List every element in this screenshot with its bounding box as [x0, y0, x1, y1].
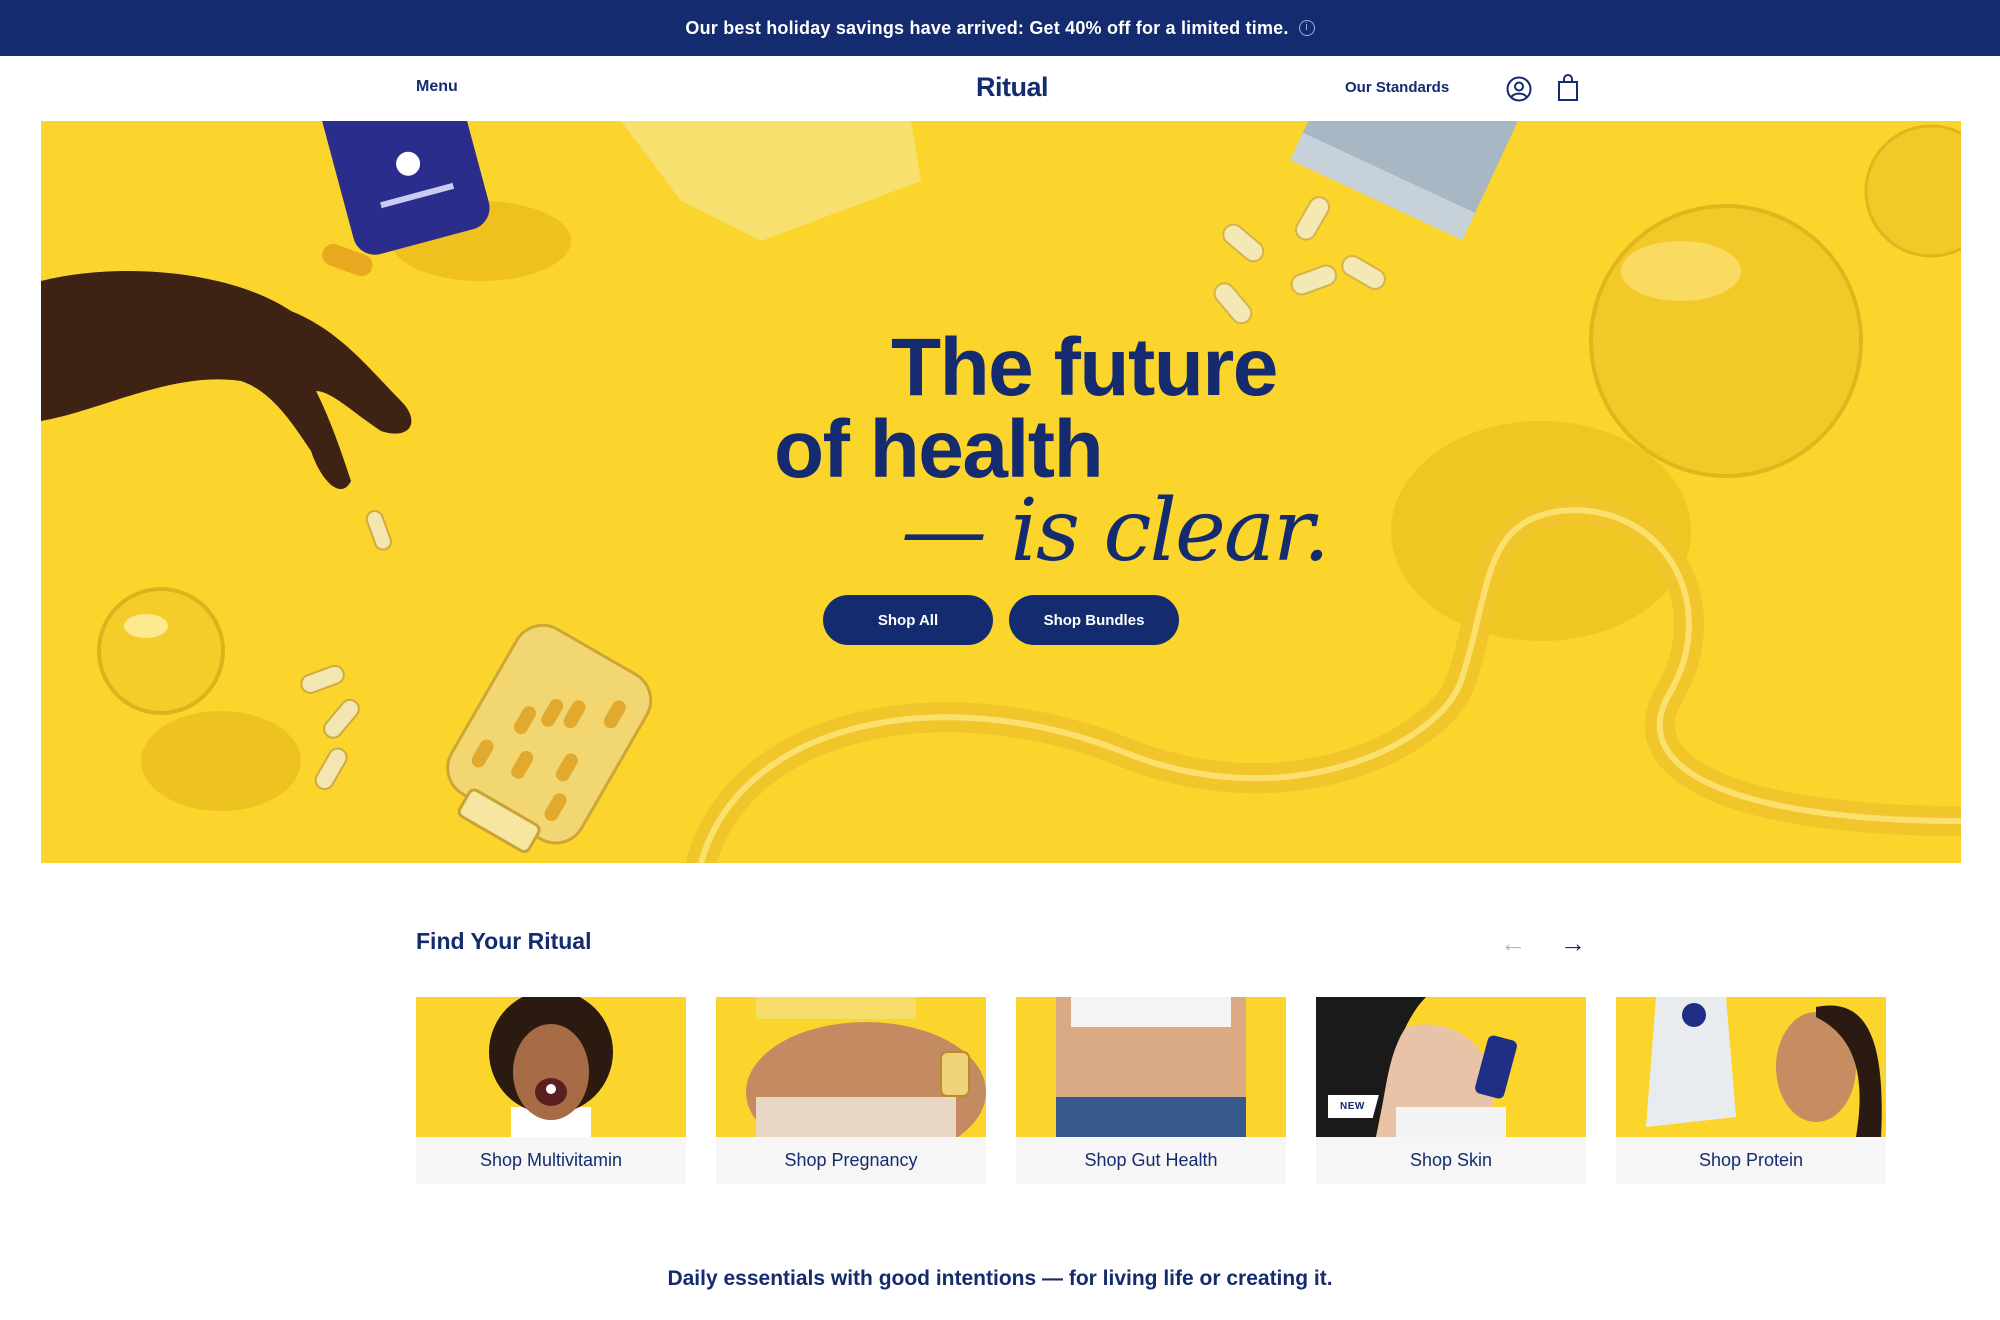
- category-label: Shop Multivitamin: [479, 1150, 623, 1170]
- ritual-logo[interactable]: Ritual: [976, 72, 1049, 103]
- promo-text: Our best holiday savings have arrived: G…: [685, 17, 1289, 38]
- our-standards-link[interactable]: Our Standards: [1345, 79, 1449, 96]
- category-image: [416, 997, 686, 1137]
- category-image: [1016, 997, 1286, 1137]
- header-nav: Menu Ritual Our Standards: [0, 56, 2000, 121]
- hero-headline: The future of health — is clear.: [41, 121, 1961, 863]
- category-image: [716, 997, 986, 1137]
- category-card-multivitamin[interactable]: Shop Multivitamin: [416, 997, 686, 1184]
- section-title: Find Your Ritual: [416, 928, 592, 954]
- category-label: Shop Skin: [1409, 1150, 1493, 1170]
- cart-icon[interactable]: [1556, 74, 1580, 102]
- hero-banner: The future of health — is clear. Shop Al…: [41, 121, 1961, 863]
- new-badge: NEW: [1328, 1095, 1379, 1118]
- tagline: Daily essentials with good intentions — …: [667, 1267, 1333, 1290]
- category-card-protein[interactable]: Shop Protein: [1616, 997, 1886, 1184]
- menu-button[interactable]: Menu: [416, 78, 458, 96]
- category-label: Shop Protein: [1698, 1150, 1804, 1170]
- category-image: [1616, 997, 1886, 1137]
- headline-line-1: The future: [891, 322, 1278, 413]
- carousel-prev-icon[interactable]: ←: [1500, 930, 1526, 956]
- shop-bundles-button[interactable]: Shop Bundles: [1009, 595, 1179, 645]
- promo-banner[interactable]: Our best holiday savings have arrived: G…: [0, 0, 2000, 56]
- category-card-gut-health[interactable]: Shop Gut Health: [1016, 997, 1286, 1184]
- carousel-next-icon[interactable]: →: [1560, 930, 1586, 956]
- category-image: NEW: [1316, 997, 1586, 1137]
- category-card-skin[interactable]: NEW Shop Skin: [1316, 997, 1586, 1184]
- info-icon[interactable]: i: [1298, 20, 1315, 36]
- category-card-pregnancy[interactable]: Shop Pregnancy: [716, 997, 986, 1184]
- headline-line-3: — is clear.: [901, 481, 1330, 581]
- category-label: Shop Pregnancy: [784, 1150, 918, 1170]
- category-label: Shop Gut Health: [1084, 1150, 1218, 1170]
- shop-all-button[interactable]: Shop All: [823, 595, 993, 645]
- account-icon[interactable]: [1506, 76, 1532, 102]
